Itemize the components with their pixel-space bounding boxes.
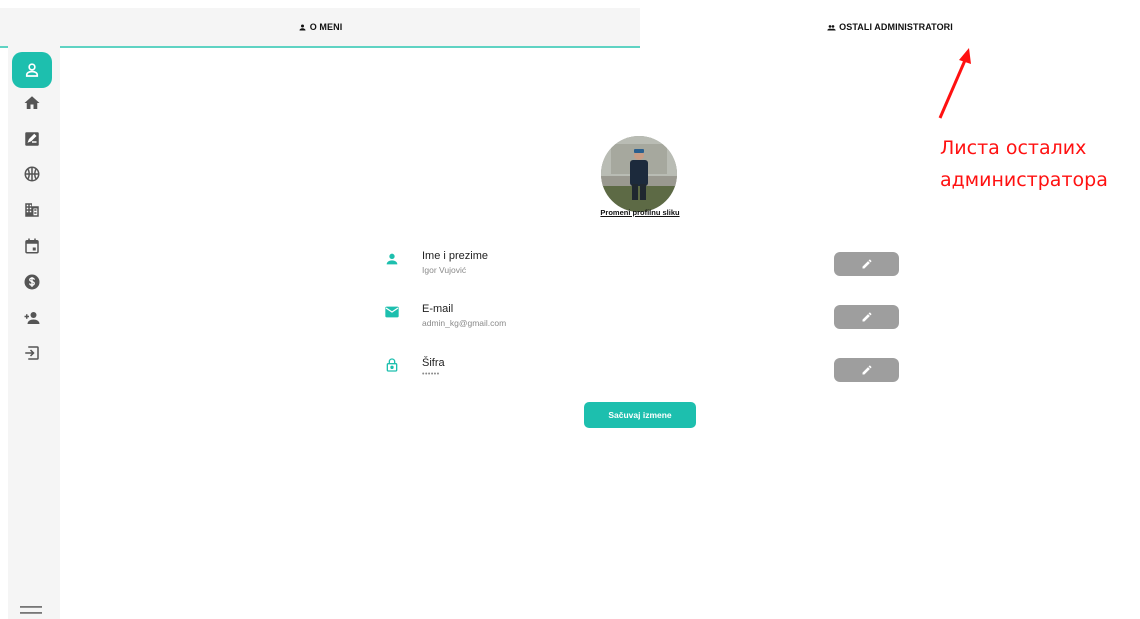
sidebar-item-logout[interactable] xyxy=(14,338,50,368)
annotation-line: администратора xyxy=(940,169,1108,191)
sidebar-item-payments[interactable] xyxy=(14,267,50,297)
tab-label: OSTALI ADMINISTRATORI xyxy=(839,22,953,32)
sidebar-item-building[interactable] xyxy=(14,195,50,225)
pencil-icon xyxy=(862,365,871,375)
field-label-password: Šifra xyxy=(422,357,445,369)
annotation-arrow-icon xyxy=(938,48,971,119)
person-icon xyxy=(386,253,398,265)
edit-name-button[interactable] xyxy=(834,252,899,276)
sports-icon xyxy=(24,166,40,182)
lock-icon xyxy=(386,358,398,372)
logout-icon xyxy=(25,346,39,360)
sidebar-item-home[interactable] xyxy=(14,88,50,118)
sidebar-item-profile[interactable] xyxy=(12,52,52,88)
annotation-line: Листа осталих xyxy=(940,137,1087,159)
pencil-icon xyxy=(862,259,871,269)
save-changes-button[interactable]: Sačuvaj izmene xyxy=(584,402,696,428)
field-value-password: •••••• xyxy=(422,371,440,378)
sidebar-item-sports[interactable] xyxy=(14,159,50,189)
tab-label: O MENI xyxy=(309,22,343,32)
dollar-icon xyxy=(24,274,40,290)
pencil-icon xyxy=(862,312,871,322)
sidebar-item-add-user[interactable] xyxy=(14,303,50,333)
change-photo-link[interactable]: Promeni profilnu sliku xyxy=(560,208,720,217)
menu-icon[interactable] xyxy=(20,603,42,617)
annotation-text: Листа осталих администратора xyxy=(940,132,1140,196)
sidebar-item-edit-note[interactable] xyxy=(14,124,50,154)
edit-password-button[interactable] xyxy=(834,358,899,382)
email-icon xyxy=(385,306,399,318)
sidebar-item-calendar[interactable] xyxy=(14,231,50,261)
person-icon xyxy=(299,24,306,30)
people-icon xyxy=(827,24,836,30)
field-label-name: Ime i prezime xyxy=(422,250,489,262)
sidebar xyxy=(8,46,60,619)
tab-ostali-administratori[interactable]: OSTALI ADMINISTRATORI xyxy=(640,8,1140,46)
field-value-name: Igor Vujović xyxy=(422,265,467,275)
field-value-email: admin_kg@gmail.com xyxy=(422,318,507,328)
tab-o-meni[interactable]: O MENI xyxy=(0,8,640,48)
home-icon xyxy=(24,96,40,109)
edit-email-button[interactable] xyxy=(834,305,899,329)
profile-icon xyxy=(25,63,39,77)
calendar-icon xyxy=(25,238,39,254)
field-label-email: E-mail xyxy=(422,303,454,315)
building-icon xyxy=(25,203,39,217)
profile-photo xyxy=(601,136,677,212)
add-person-icon xyxy=(24,312,40,324)
edit-note-icon xyxy=(25,132,39,146)
avatar xyxy=(601,136,677,212)
